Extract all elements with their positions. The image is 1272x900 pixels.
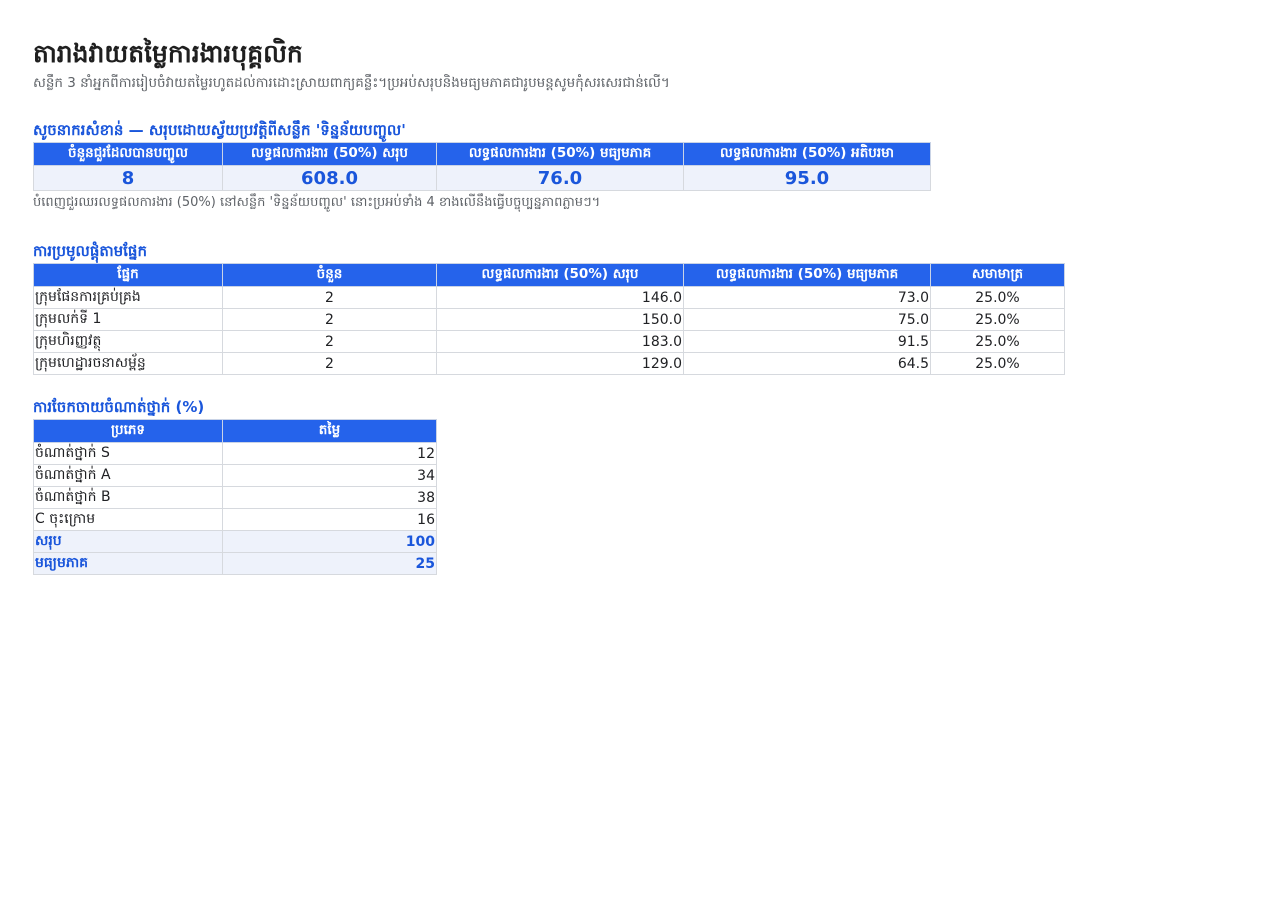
distribution-table: ប្រភេទ តម្លៃ ចំណាត់ថ្នាក់ S 12 ចំណាត់ថ្ន…	[33, 419, 437, 575]
group-cell-total[interactable]: 183.0	[436, 330, 684, 353]
distribution-cell-type[interactable]: ចំណាត់ថ្នាក់ B	[33, 486, 223, 509]
kpi-heading: សូចនាករសំខាន់ — សរុបដោយស្វ័យប្រវត្តិពីសន…	[33, 121, 406, 139]
group-cell-ratio[interactable]: 25.0%	[930, 330, 1065, 353]
kpi-header-rows-entered[interactable]: ចំនួនជួរដែលបានបញ្ចូល	[33, 142, 223, 166]
distribution-cell-value[interactable]: 16	[222, 508, 437, 531]
table-row: ក្រុមហិរញ្ញវត្ថុ 2 183.0 91.5 25.0%	[33, 330, 1065, 353]
group-cell-count[interactable]: 2	[222, 330, 437, 353]
table-row: ចំណាត់ថ្នាក់ S 12	[33, 442, 437, 465]
page-subtitle: សន្លឹក 3 នាំអ្នកពីការរៀបចំវាយតម្លៃរហូតដល…	[33, 75, 670, 91]
kpi-value-rows-entered[interactable]: 8	[33, 165, 223, 191]
table-row: ក្រុមហេដ្ឋារចនាសម្ព័ន្ធ 2 129.0 64.5 25.…	[33, 352, 1065, 375]
group-cell-average[interactable]: 75.0	[683, 308, 931, 331]
group-header-row: ផ្នែក ចំនួន លទ្ធផលការងារ (50%) សរុប លទ្ធ…	[33, 263, 1065, 287]
table-row: ចំណាត់ថ្នាក់ A 34	[33, 464, 437, 487]
group-cell-department[interactable]: ក្រុមហិរញ្ញវត្ថុ	[33, 330, 223, 353]
group-cell-count[interactable]: 2	[222, 308, 437, 331]
kpi-note: បំពេញជួរឈរលទ្ធផលការងារ (50%) នៅសន្លឹក 'ទ…	[33, 195, 601, 210]
summary-label-average[interactable]: មធ្យមភាគ	[33, 552, 223, 575]
group-cell-total[interactable]: 150.0	[436, 308, 684, 331]
kpi-table: ចំនួនជួរដែលបានបញ្ចូល លទ្ធផលការងារ (50%) …	[33, 142, 931, 191]
group-section: ការប្រមូលផ្តុំតាមផ្នែក ផ្នែក ចំនួន លទ្ធផ…	[33, 241, 1272, 375]
table-row: C ចុះក្រោម 16	[33, 508, 437, 531]
kpi-header-total[interactable]: លទ្ធផលការងារ (50%) សរុប	[222, 142, 437, 166]
group-cell-average[interactable]: 64.5	[683, 352, 931, 375]
summary-value-total[interactable]: 100	[222, 530, 437, 553]
summary-row-total: សរុប 100	[33, 530, 437, 553]
group-cell-count[interactable]: 2	[222, 352, 437, 375]
distribution-header-type[interactable]: ប្រភេទ	[33, 419, 223, 443]
report-page: តារាងវាយតម្លៃការងារបុគ្គលិក សន្លឹក 3 នាំ…	[0, 0, 1272, 575]
distribution-cell-value[interactable]: 12	[222, 442, 437, 465]
distribution-cell-value[interactable]: 38	[222, 486, 437, 509]
group-cell-department[interactable]: ក្រុមលក់ទី 1	[33, 308, 223, 331]
table-row: ក្រុមលក់ទី 1 2 150.0 75.0 25.0%	[33, 308, 1065, 331]
kpi-value-row: 8 608.0 76.0 95.0	[33, 165, 931, 191]
group-cell-average[interactable]: 91.5	[683, 330, 931, 353]
group-cell-ratio[interactable]: 25.0%	[930, 286, 1065, 309]
group-header-ratio[interactable]: សមាមាត្រ	[930, 263, 1065, 287]
summary-label-total[interactable]: សរុប	[33, 530, 223, 553]
summary-value-average[interactable]: 25	[222, 552, 437, 575]
group-cell-ratio[interactable]: 25.0%	[930, 308, 1065, 331]
kpi-header-row: ចំនួនជួរដែលបានបញ្ចូល លទ្ធផលការងារ (50%) …	[33, 142, 931, 166]
distribution-header-row: ប្រភេទ តម្លៃ	[33, 419, 437, 443]
group-cell-count[interactable]: 2	[222, 286, 437, 309]
distribution-section: ការចែកចាយចំណាត់ថ្នាក់ (%) ប្រភេទ តម្លៃ ច…	[33, 397, 1272, 575]
group-header-count[interactable]: ចំនួន	[222, 263, 437, 287]
kpi-header-maximum[interactable]: លទ្ធផលការងារ (50%) អតិបរមា	[683, 142, 931, 166]
page-title: តារាងវាយតម្លៃការងារបុគ្គលិក	[33, 39, 303, 68]
distribution-cell-type[interactable]: ចំណាត់ថ្នាក់ S	[33, 442, 223, 465]
group-heading: ការប្រមូលផ្តុំតាមផ្នែក	[33, 242, 147, 260]
group-header-total[interactable]: លទ្ធផលការងារ (50%) សរុប	[436, 263, 684, 287]
kpi-section: សូចនាករសំខាន់ — សរុបដោយស្វ័យប្រវត្តិពីសន…	[33, 120, 1272, 211]
distribution-heading: ការចែកចាយចំណាត់ថ្នាក់ (%)	[33, 398, 205, 416]
group-cell-total[interactable]: 129.0	[436, 352, 684, 375]
group-header-average[interactable]: លទ្ធផលការងារ (50%) មធ្យមភាគ	[683, 263, 931, 287]
kpi-value-average[interactable]: 76.0	[436, 165, 684, 191]
group-cell-average[interactable]: 73.0	[683, 286, 931, 309]
table-row: ក្រុមផែនការគ្រប់គ្រង 2 146.0 73.0 25.0%	[33, 286, 1065, 309]
group-cell-department[interactable]: ក្រុមហេដ្ឋារចនាសម្ព័ន្ធ	[33, 352, 223, 375]
summary-row-average: មធ្យមភាគ 25	[33, 552, 437, 575]
kpi-value-total[interactable]: 608.0	[222, 165, 437, 191]
distribution-cell-type[interactable]: C ចុះក្រោម	[33, 508, 223, 531]
table-row: ចំណាត់ថ្នាក់ B 38	[33, 486, 437, 509]
kpi-header-average[interactable]: លទ្ធផលការងារ (50%) មធ្យមភាគ	[436, 142, 684, 166]
group-cell-department[interactable]: ក្រុមផែនការគ្រប់គ្រង	[33, 286, 223, 309]
group-table: ផ្នែក ចំនួន លទ្ធផលការងារ (50%) សរុប លទ្ធ…	[33, 263, 1065, 375]
kpi-value-maximum[interactable]: 95.0	[683, 165, 931, 191]
group-cell-ratio[interactable]: 25.0%	[930, 352, 1065, 375]
group-header-department[interactable]: ផ្នែក	[33, 263, 223, 287]
distribution-header-value[interactable]: តម្លៃ	[222, 419, 437, 443]
distribution-cell-value[interactable]: 34	[222, 464, 437, 487]
group-cell-total[interactable]: 146.0	[436, 286, 684, 309]
distribution-cell-type[interactable]: ចំណាត់ថ្នាក់ A	[33, 464, 223, 487]
